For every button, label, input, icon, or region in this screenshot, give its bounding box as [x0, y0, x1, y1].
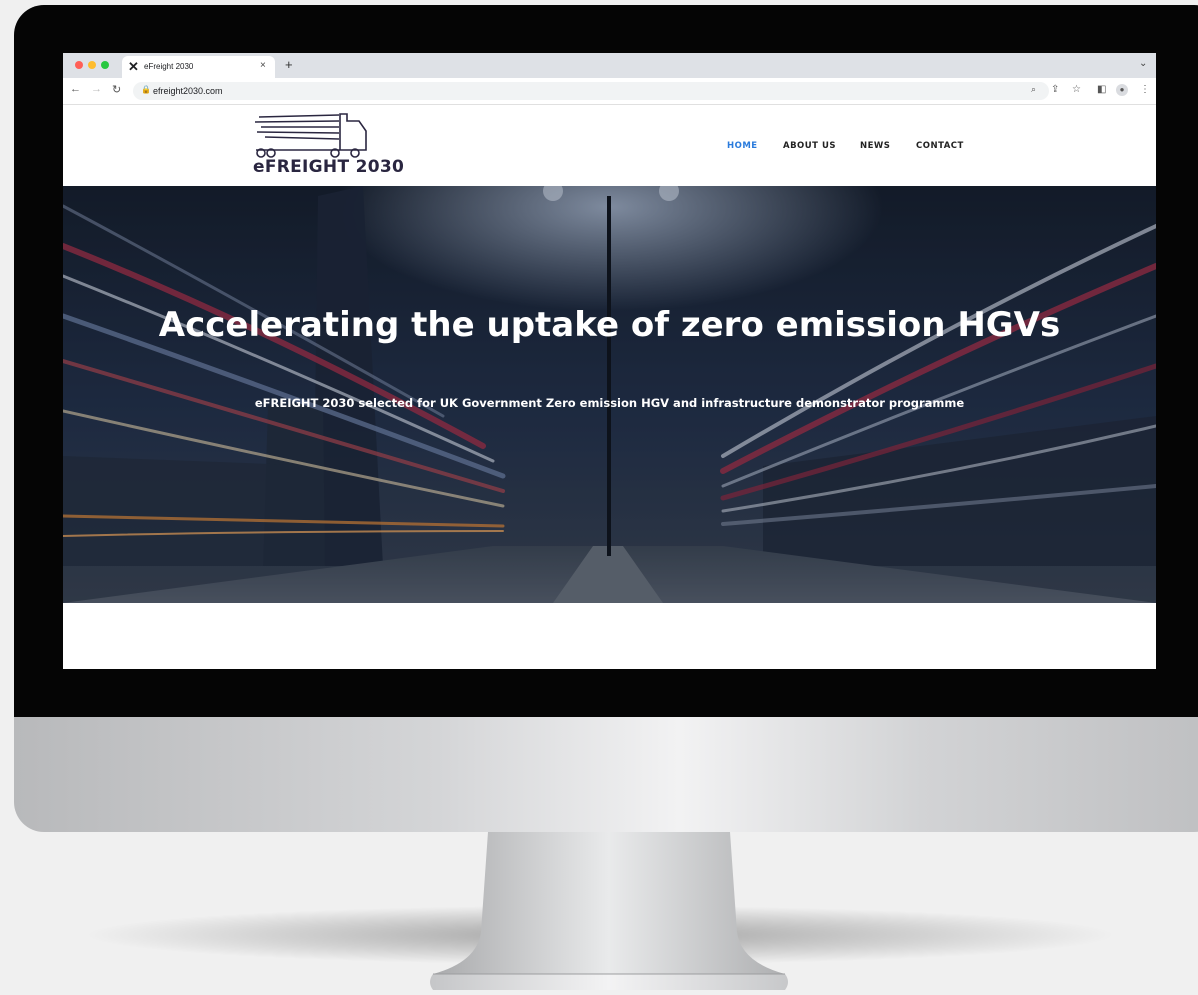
nav-about-us[interactable]: ABOUT US [783, 141, 836, 151]
share-icon[interactable]: ⇪ [1051, 84, 1059, 95]
truck-logo-icon [254, 113, 367, 158]
close-window-button[interactable] [75, 61, 83, 69]
nav-contact[interactable]: CONTACT [916, 141, 964, 151]
site-logo[interactable]: eFREIGHT 2030 [251, 113, 404, 177]
maximize-window-button[interactable] [101, 61, 109, 69]
screen: ✕ eFreight 2030 × + ⌄ ← → ↻ 🔒 efreight20… [63, 53, 1156, 669]
browser-tab-bar: ✕ eFreight 2030 × + ⌄ [63, 53, 1156, 78]
hero-title: Accelerating the uptake of zero emission… [158, 305, 1061, 345]
monitor-chin [14, 717, 1198, 832]
address-bar[interactable]: 🔒 efreight2030.com ⌕ [133, 82, 1049, 100]
chevron-down-icon[interactable]: ⌄ [1139, 58, 1147, 69]
nav-home[interactable]: HOME [727, 141, 758, 151]
profile-avatar-icon[interactable]: ● [1116, 84, 1128, 96]
tab-close-icon[interactable]: × [260, 60, 266, 71]
back-arrow-icon[interactable]: ← [70, 83, 81, 95]
nav-news[interactable]: NEWS [860, 141, 890, 151]
x-favicon-icon: ✕ [128, 59, 139, 74]
browser-tab[interactable]: ✕ eFreight 2030 × [122, 56, 275, 78]
browser-toolbar: ← → ↻ 🔒 efreight2030.com ⌕ ⇪ ☆ ◧ ● ⋮ [63, 78, 1156, 105]
logo-text: eFREIGHT 2030 [253, 157, 405, 177]
bookmark-star-icon[interactable]: ☆ [1072, 84, 1081, 95]
forward-arrow-icon[interactable]: → [91, 83, 102, 95]
hero-section: Accelerating the uptake of zero emission… [63, 186, 1156, 603]
site-header: eFREIGHT 2030 HOME ABOUT US NEWS CONTACT [63, 105, 1156, 186]
tab-title: eFreight 2030 [144, 62, 194, 71]
side-panel-icon[interactable]: ◧ [1097, 84, 1106, 95]
reload-icon[interactable]: ↻ [112, 83, 121, 96]
lock-icon: 🔒 [141, 85, 151, 94]
monitor-stand [430, 832, 788, 990]
hero-subtitle: eFREIGHT 2030 selected for UK Government… [254, 396, 965, 410]
minimize-window-button[interactable] [88, 61, 96, 69]
hero-background-image [63, 186, 1156, 603]
menu-dots-icon[interactable]: ⋮ [1140, 84, 1150, 95]
new-tab-button[interactable]: + [285, 57, 293, 72]
zoom-search-icon[interactable]: ⌕ [1031, 84, 1036, 95]
url-text: efreight2030.com [153, 86, 223, 96]
